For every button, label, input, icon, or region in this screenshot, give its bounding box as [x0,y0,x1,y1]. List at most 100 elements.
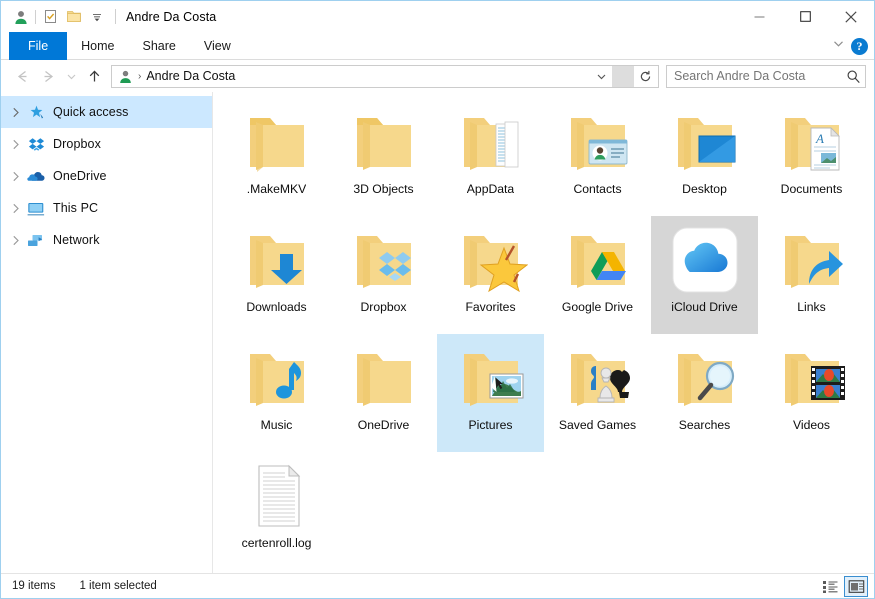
minimize-button[interactable] [736,1,782,32]
maximize-button[interactable] [782,1,828,32]
expand-ribbon-chevron-icon[interactable] [832,37,845,55]
recent-locations-chevron-icon[interactable] [61,64,81,88]
file-item[interactable]: Saved Games [544,334,651,452]
file-item[interactable]: Dropbox [330,216,437,334]
file-name: Favorites [465,300,516,314]
file-item[interactable]: Downloads [223,216,330,334]
close-button[interactable] [828,1,874,32]
breadcrumb[interactable]: › Andre Da Costa [111,64,659,88]
folder-downloads-icon [236,222,318,298]
chevron-right-icon[interactable] [7,203,25,214]
search-box[interactable] [666,64,866,88]
status-bar: 19 items 1 item selected [1,573,874,598]
file-item[interactable]: OneDrive [330,334,437,452]
refresh-icon[interactable] [634,66,656,87]
file-item[interactable]: Favorites [437,216,544,334]
file-item[interactable]: Music [223,334,330,452]
ribbon-right-controls: ? [832,32,868,60]
forward-button[interactable] [35,64,61,88]
file-name: Desktop [682,182,727,196]
sidebar-item-label: Quick access [53,105,129,119]
file-item[interactable]: A Documents [758,98,865,216]
file-item[interactable]: Links [758,216,865,334]
file-name: Contacts [573,182,622,196]
file-item[interactable]: 3D Objects [330,98,437,216]
sidebar-item-label: OneDrive [53,169,107,183]
back-button[interactable] [9,64,35,88]
folder-googledrive-icon [557,222,639,298]
folder-searches-icon [664,340,746,416]
file-item[interactable]: Desktop [651,98,758,216]
qat-divider-1 [35,9,36,24]
sidebar-item-label: Dropbox [53,137,101,151]
properties-icon[interactable] [39,6,62,28]
file-name: Searches [678,418,731,432]
folder-savedgames-icon [557,340,639,416]
svg-text:A: A [815,131,824,146]
star-pin-icon [25,104,47,121]
folder-desktop-icon [664,104,746,180]
address-dropdown-chevron-icon[interactable] [590,66,612,87]
chevron-right-icon[interactable] [7,171,25,182]
dropbox-icon [25,136,47,153]
monitor-icon [25,201,47,216]
item-count: 19 items [12,580,56,592]
file-item[interactable]: certenroll.log [223,452,330,570]
chevron-right-icon[interactable] [7,139,25,150]
file-item[interactable]: Searches [651,334,758,452]
file-name: iCloud Drive [671,300,738,314]
sidebar-item-label: This PC [53,201,99,215]
file-name: Downloads [246,300,307,314]
large-icons-view-button[interactable] [844,575,868,597]
sidebar-item-onedrive[interactable]: OneDrive [1,160,212,192]
log-file-icon [236,458,318,534]
file-name: Dropbox [360,300,407,314]
customize-qat-chevron-icon[interactable] [85,6,108,28]
folder-favorites-icon [450,222,532,298]
folder-links-icon [771,222,853,298]
file-item[interactable]: AppData [437,98,544,216]
new-folder-icon[interactable] [62,6,85,28]
help-button[interactable]: ? [851,37,868,55]
folder-pictures-icon [450,340,532,416]
details-view-button[interactable] [818,576,842,597]
tab-view[interactable]: View [190,32,245,60]
file-item[interactable]: .MakeMKV [223,98,330,216]
folder-documents-icon: A [771,104,853,180]
network-icon [25,233,47,248]
file-item[interactable]: Contacts [544,98,651,216]
file-item[interactable]: Google Drive [544,216,651,334]
search-icon[interactable] [846,69,861,84]
tab-file[interactable]: File [9,32,68,60]
ribbon-tab-bar: File Home Share View ? [1,32,874,60]
sidebar-item-this-pc[interactable]: This PC [1,192,212,224]
folder-plain-icon [343,104,425,180]
breadcrumb-separator: › [138,70,142,82]
sidebar-item-network[interactable]: Network [1,224,212,256]
title-bar: Andre Da Costa [1,1,874,32]
tab-share[interactable]: Share [129,32,190,60]
sidebar-item-label: Network [53,233,100,247]
title-divider [115,9,116,24]
file-grid: .MakeMKV 3D Objects AppData Contacts Des… [213,92,874,573]
sidebar-item-dropbox[interactable]: Dropbox [1,128,212,160]
selection-count: 1 item selected [79,580,157,592]
tab-home[interactable]: Home [67,32,128,60]
chevron-right-icon[interactable] [7,235,25,246]
user-account-icon[interactable] [9,6,32,28]
file-name: Links [797,300,826,314]
folder-dropbox-icon [343,222,425,298]
up-button[interactable] [81,64,107,88]
file-item-selected-icloud[interactable]: iCloud Drive [651,216,758,334]
icloud-drive-icon [664,222,746,298]
chevron-right-icon[interactable] [7,107,25,118]
sidebar-item-quick-access[interactable]: Quick access [1,96,212,128]
file-explorer-window: Andre Da Costa File Home Share View ? › … [0,0,875,599]
file-item[interactable]: Videos [758,334,865,452]
search-input[interactable] [674,69,846,83]
address-bar: › Andre Da Costa [1,60,874,92]
file-item-selected-pictures[interactable]: Pictures [437,334,544,452]
folder-music-icon [236,340,318,416]
file-name: Documents [780,182,843,196]
breadcrumb-actions [590,65,656,87]
